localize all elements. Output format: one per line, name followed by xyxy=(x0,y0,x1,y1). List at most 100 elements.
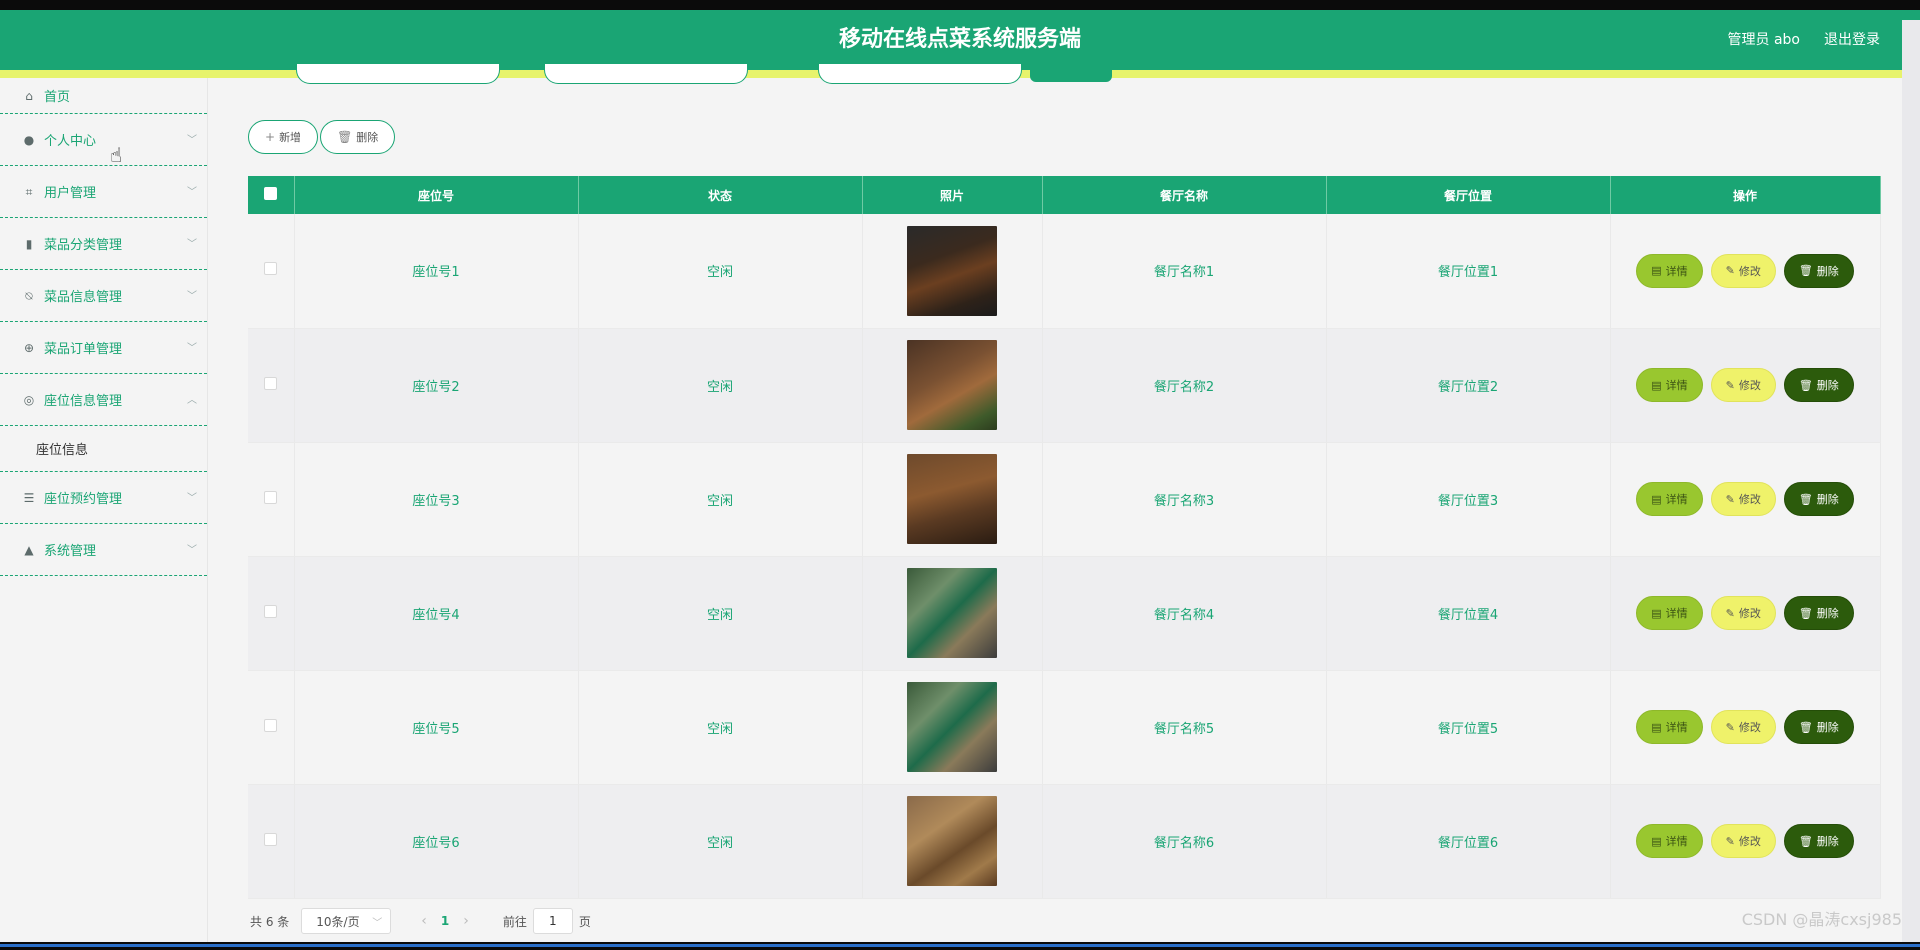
chevron-down-icon: ﹀ xyxy=(187,238,197,250)
detail-button[interactable]: ▤ 详情 xyxy=(1636,824,1703,858)
restaurant-location-cell: 餐厅位置4 xyxy=(1326,556,1611,671)
edit-button[interactable]: ✎ 修改 xyxy=(1710,368,1776,402)
edit-button[interactable]: ✎ 修改 xyxy=(1710,710,1776,744)
seat-photo xyxy=(907,225,997,316)
edit-label: 修改 xyxy=(1738,264,1761,278)
sidebar-item-dish-info[interactable]: ⍉ 菜品信息管理 ﹀ xyxy=(0,270,207,322)
target-icon: ◎ xyxy=(23,392,35,407)
chevron-down-icon: ﹀ xyxy=(187,134,197,146)
watermark: CSDN @晶涛cxsj985 xyxy=(1741,910,1902,929)
seat-photo xyxy=(907,796,997,886)
column-header[interactable]: 状态 xyxy=(578,176,863,214)
restaurant-location-cell: 餐厅位置1 xyxy=(1326,214,1611,329)
delete-label: 删除 xyxy=(1816,607,1839,620)
search-input[interactable] xyxy=(818,64,1022,84)
row-checkbox[interactable] xyxy=(264,718,278,732)
detail-button[interactable]: ▤ 详情 xyxy=(1636,253,1703,288)
page-size-select[interactable]: 10条/页 ﹀ xyxy=(301,908,392,934)
pencil-icon: ✎ xyxy=(1725,606,1735,620)
progress-line xyxy=(0,944,1920,947)
delete-button[interactable]: 🗑 删除 xyxy=(1783,824,1854,858)
edit-button[interactable]: ✎ 修改 xyxy=(1710,596,1776,630)
status-cell: 空闲 xyxy=(578,556,863,671)
search-input[interactable] xyxy=(544,64,748,84)
edit-button[interactable]: ✎ 修改 xyxy=(1710,482,1776,516)
delete-button[interactable]: 🗑 删除 xyxy=(1783,368,1854,402)
trash-icon: 🗑 xyxy=(337,130,353,144)
pagination-total: 共 6 条 xyxy=(250,914,290,929)
detail-button[interactable]: ▤ 详情 xyxy=(1636,368,1703,402)
batch-delete-button[interactable]: 🗑 删除 xyxy=(320,120,396,154)
add-button[interactable]: + 新增 xyxy=(248,120,319,154)
edit-label: 修改 xyxy=(1738,721,1761,734)
home-icon: ⌂ xyxy=(25,88,33,103)
search-button[interactable] xyxy=(1030,66,1112,82)
delete-button[interactable]: 🗑 删除 xyxy=(1783,596,1854,630)
sidebar-item-home[interactable]: ⌂ 首页 xyxy=(0,78,207,114)
column-header[interactable]: 餐厅名称 xyxy=(1042,176,1327,214)
table-row: 座位号1 空闲 餐厅名称1 餐厅位置1 ▤ 详情 ✎ 修改 🗑 删除 xyxy=(248,214,1881,329)
detail-button[interactable]: ▤ 详情 xyxy=(1636,596,1703,630)
sidebar-item-label: 系统管理 xyxy=(44,544,97,559)
document-icon: ▤ xyxy=(1651,378,1662,392)
goto-page-input[interactable]: 1 xyxy=(532,908,573,934)
logout-link[interactable]: 退出登录 xyxy=(1824,10,1880,70)
row-checkbox[interactable] xyxy=(264,604,278,618)
status-cell: 空闲 xyxy=(578,214,863,329)
delete-button[interactable]: 🗑 删除 xyxy=(1783,710,1854,744)
detail-button[interactable]: ▤ 详情 xyxy=(1636,482,1703,516)
goto-prefix: 前往 xyxy=(502,914,527,929)
detail-label: 详情 xyxy=(1665,835,1688,848)
column-header[interactable]: 座位号 xyxy=(294,176,579,214)
sidebar-item-label: 个人中心 xyxy=(44,134,97,149)
trash-icon: 🗑 xyxy=(1798,606,1813,620)
row-checkbox[interactable] xyxy=(264,262,278,276)
app-title: 移动在线点菜系统服务端 xyxy=(838,27,1081,52)
edit-label: 修改 xyxy=(1738,493,1761,506)
chevron-up-icon: ︿ xyxy=(187,394,197,406)
document-icon: ▤ xyxy=(1651,834,1662,848)
delete-label: 删除 xyxy=(1816,264,1839,278)
plus-icon: + xyxy=(265,130,276,144)
sidebar-item-system[interactable]: ▲ 系统管理 ﹀ xyxy=(0,524,207,576)
trash-icon: 🗑 xyxy=(1798,492,1813,506)
restaurant-name-cell: 餐厅名称1 xyxy=(1042,214,1327,329)
sidebar-item-seat-reservation[interactable]: ☰ 座位预约管理 ﹀ xyxy=(0,472,207,524)
delete-button[interactable]: 🗑 删除 xyxy=(1783,482,1854,516)
sidebar-item-user-management[interactable]: ⌗ 用户管理 ﹀ xyxy=(0,166,207,218)
scrollbar-track[interactable] xyxy=(1902,20,1920,942)
next-page-icon[interactable]: › xyxy=(463,913,469,929)
seat-table: 座位号 状态 照片 餐厅名称 餐厅位置 操作 座位号1 空闲 餐厅名称1 餐厅位… xyxy=(248,176,1881,899)
sidebar-item-dish-category[interactable]: ▮ 菜品分类管理 ﹀ xyxy=(0,218,207,270)
search-bar xyxy=(228,64,1228,92)
current-page[interactable]: 1 xyxy=(441,914,449,928)
row-checkbox[interactable] xyxy=(264,832,278,846)
search-input[interactable] xyxy=(296,64,500,84)
document-icon: ▤ xyxy=(1651,606,1662,620)
mouse-cursor-icon: ☝ xyxy=(110,143,123,167)
delete-button[interactable]: 🗑 删除 xyxy=(1783,253,1854,288)
document-icon: ▤ xyxy=(1651,720,1662,734)
edit-label: 修改 xyxy=(1738,379,1761,392)
detail-button[interactable]: ▤ 详情 xyxy=(1636,710,1703,744)
restaurant-name-cell: 餐厅名称5 xyxy=(1042,670,1327,785)
list-icon: ☰ xyxy=(23,490,35,505)
row-checkbox[interactable] xyxy=(264,376,278,390)
sidebar-item-dish-orders[interactable]: ⊕ 菜品订单管理 ﹀ xyxy=(0,322,207,374)
prev-page-icon[interactable]: ‹ xyxy=(421,913,427,929)
status-cell: 空闲 xyxy=(578,784,863,899)
sidebar-subitem-seat-info[interactable]: 座位信息 xyxy=(0,426,207,472)
seat-photo xyxy=(907,340,997,430)
row-checkbox[interactable] xyxy=(264,490,278,504)
sidebar-item-personal-center[interactable]: ● 个人中心 ﹀ xyxy=(0,114,207,166)
edit-label: 修改 xyxy=(1738,835,1761,848)
status-cell: 空闲 xyxy=(578,328,863,443)
goto-suffix: 页 xyxy=(578,914,591,929)
sidebar-item-label: 首页 xyxy=(44,90,71,105)
edit-button[interactable]: ✎ 修改 xyxy=(1710,824,1776,858)
column-header[interactable]: 餐厅位置 xyxy=(1326,176,1611,214)
sidebar-item-seat-info[interactable]: ◎ 座位信息管理 ︿ xyxy=(0,374,207,426)
edit-button[interactable]: ✎ 修改 xyxy=(1710,253,1776,288)
table-row: 座位号4 空闲 餐厅名称4 餐厅位置4 ▤ 详情 ✎ 修改 🗑 删除 xyxy=(248,556,1881,671)
select-all-checkbox[interactable] xyxy=(264,187,278,200)
